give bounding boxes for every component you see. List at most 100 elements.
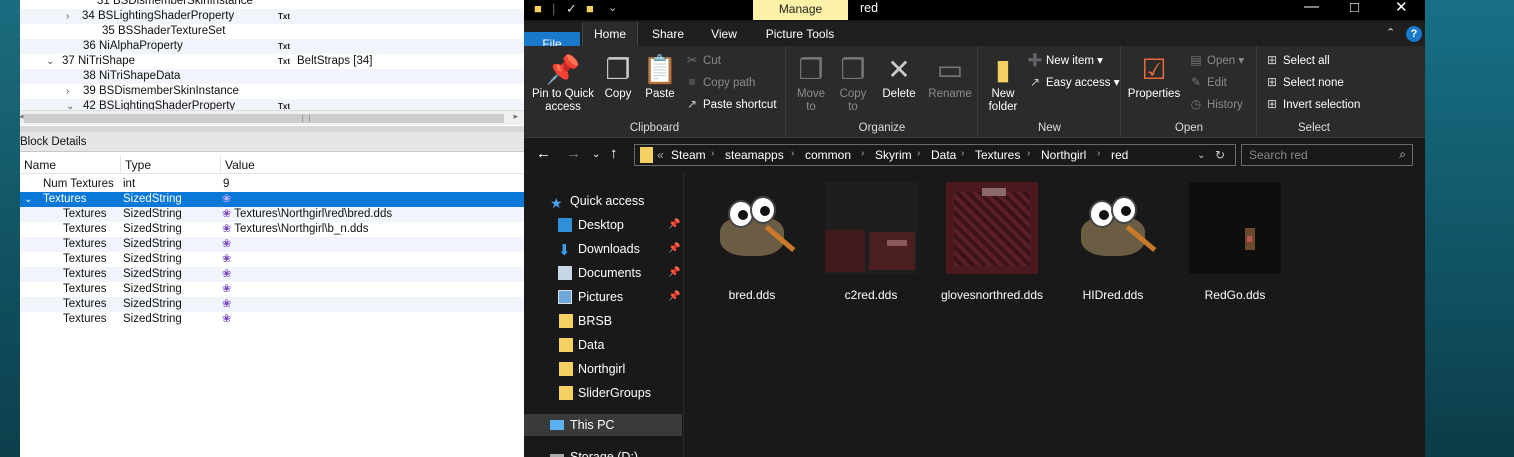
table-row[interactable]: Textures SizedString ❀ — [20, 312, 524, 327]
nav-item-northgirl[interactable]: Northgirl — [524, 358, 682, 380]
horizontal-scrollbar[interactable]: ◂ ▸ — [20, 110, 524, 125]
string-edit-icon[interactable]: ❀ — [222, 282, 231, 297]
string-edit-icon[interactable]: ❀ — [222, 237, 231, 252]
select-all-button[interactable]: ⊞ Select all — [1264, 50, 1330, 70]
breadcrumb-common[interactable]: common — [805, 148, 851, 162]
paste-button[interactable]: 📋 Paste — [640, 52, 680, 101]
breadcrumb-steam[interactable]: Steam — [671, 148, 706, 162]
breadcrumb-separator-icon[interactable]: › — [961, 148, 964, 159]
breadcrumb-skyrim[interactable]: Skyrim — [875, 148, 912, 162]
scroll-right-icon[interactable]: ▸ — [513, 111, 518, 122]
minimize-icon[interactable]: — — [1304, 0, 1319, 15]
customize-toolbar-icon[interactable]: ⌄ — [608, 1, 617, 14]
string-edit-icon[interactable]: ❀ — [222, 312, 231, 327]
tab-view[interactable]: View — [698, 22, 750, 46]
breadcrumb-overflow[interactable]: « — [657, 148, 664, 162]
new-item-button[interactable]: ➕ New item ▾ — [1027, 50, 1103, 70]
breadcrumb-separator-icon[interactable]: › — [791, 148, 794, 159]
manage-tab[interactable]: Manage — [753, 0, 848, 20]
scroll-left-icon[interactable]: ◂ — [20, 111, 24, 122]
search-box[interactable]: Search red ⌕ — [1241, 144, 1413, 166]
close-icon[interactable]: ✕ — [1395, 0, 1408, 16]
properties-button[interactable]: ☑ Properties — [1126, 52, 1182, 101]
table-row[interactable]: Textures SizedString ❀ — [20, 282, 524, 297]
column-header-name[interactable]: Name — [20, 156, 120, 174]
tree-row[interactable]: › 39 BSDismemberSkinInstance — [20, 84, 524, 99]
chevron-down-icon[interactable]: ⌄ — [24, 192, 32, 207]
nav-item-documents[interactable]: Documents 📌 — [524, 262, 682, 284]
breadcrumb-data[interactable]: Data — [931, 148, 956, 162]
paste-shortcut-button[interactable]: ↗ Paste shortcut — [684, 94, 777, 114]
breadcrumb-separator-icon[interactable]: › — [917, 148, 920, 159]
pin-quick-access-button[interactable]: 📌 Pin to Quick access — [530, 52, 596, 114]
up-arrow-icon[interactable]: ↑ — [610, 145, 618, 162]
string-edit-icon[interactable]: ❀ — [222, 222, 231, 237]
breadcrumb-northgirl[interactable]: Northgirl — [1041, 148, 1086, 162]
refresh-icon[interactable]: ↻ — [1215, 148, 1225, 162]
tab-home[interactable]: Home — [582, 22, 638, 46]
new-folder-icon[interactable]: ■ — [586, 1, 594, 16]
table-row[interactable]: Textures SizedString ❀ — [20, 297, 524, 312]
nav-item-storage-d[interactable]: Storage (D:) — [524, 446, 682, 457]
breadcrumb-separator-icon[interactable]: › — [861, 148, 864, 159]
title-bar[interactable]: ■ | ✓ ■ ⌄ Manage red — □ ✕ — [524, 0, 1425, 20]
properties-icon[interactable]: ✓ — [566, 1, 577, 17]
pin-icon[interactable]: 📌 — [668, 286, 680, 308]
breadcrumb-separator-icon[interactable]: › — [1027, 148, 1030, 159]
copy-button[interactable]: ❐ Copy — [600, 52, 636, 101]
tab-share[interactable]: Share — [640, 22, 696, 46]
table-row[interactable]: Num Textures int 9 — [20, 177, 524, 192]
tab-picture-tools[interactable]: Picture Tools — [754, 22, 846, 46]
pin-icon[interactable]: 📌 — [668, 262, 680, 284]
edit-button[interactable]: ✎ Edit — [1188, 72, 1227, 92]
chevron-right-icon[interactable]: › — [66, 84, 69, 99]
back-arrow-icon[interactable]: ← — [536, 145, 551, 162]
nav-item-this-pc[interactable]: This PC — [524, 414, 682, 436]
string-edit-icon[interactable]: ❀ — [222, 297, 231, 312]
table-row[interactable]: Textures SizedString ❀ — [20, 267, 524, 282]
table-row-selected[interactable]: ⌄ Textures SizedString ❀ — [20, 192, 524, 207]
tree-row[interactable]: 38 NiTriShapeData — [20, 69, 524, 84]
breadcrumb-separator-icon[interactable]: › — [711, 148, 714, 159]
tree-row[interactable]: 31 BSDismemberSkinInstance — [20, 0, 524, 9]
rename-button[interactable]: ▭ Rename — [925, 52, 975, 101]
string-edit-icon[interactable]: ❀ — [222, 267, 231, 282]
address-bar[interactable]: « Steam › steamapps › common › Skyrim › … — [634, 144, 1236, 166]
scrollbar-thumb[interactable] — [24, 114, 504, 123]
string-edit-icon[interactable]: ❀ — [222, 252, 231, 267]
tree-row[interactable]: 36 NiAlphaProperty Txt — [20, 39, 524, 54]
chevron-right-icon[interactable]: › — [66, 9, 69, 24]
pin-icon[interactable]: 📌 — [668, 238, 680, 260]
copy-to-button[interactable]: ❐ Copy to — [835, 52, 871, 114]
column-header-value[interactable]: Value — [220, 156, 524, 174]
nav-item-quick-access[interactable]: ★ Quick access — [524, 190, 682, 212]
tree-row[interactable]: ⌄ 37 NiTriShape Txt BeltStraps [34] — [20, 54, 524, 69]
copy-path-button[interactable]: ≡ Copy path — [684, 72, 755, 92]
nav-item-desktop[interactable]: Desktop 📌 — [524, 214, 682, 236]
table-row[interactable]: Textures SizedString ❀ — [20, 252, 524, 267]
tree-row[interactable]: › 34 BSLightingShaderProperty Txt — [20, 9, 524, 24]
tree-row[interactable]: 35 BSShaderTextureSet — [20, 24, 524, 39]
nav-item-downloads[interactable]: ⬇ Downloads 📌 — [524, 238, 682, 260]
table-row[interactable]: Textures SizedString ❀ Textures\Northgir… — [20, 207, 524, 222]
move-to-button[interactable]: ❐ Move to — [793, 52, 829, 114]
open-button[interactable]: ▤ Open ▾ — [1188, 50, 1244, 70]
chevron-down-icon[interactable]: ⌄ — [46, 54, 54, 69]
breadcrumb-textures[interactable]: Textures — [975, 148, 1020, 162]
table-row[interactable]: Textures SizedString ❀ Textures\Northgir… — [20, 222, 524, 237]
search-icon[interactable]: ⌕ — [1399, 147, 1406, 162]
delete-button[interactable]: ✕ Delete — [879, 52, 919, 101]
nav-item-pictures[interactable]: Pictures 📌 — [524, 286, 682, 308]
address-dropdown-icon[interactable]: ⌄ — [1197, 150, 1205, 161]
help-icon[interactable]: ? — [1406, 26, 1422, 42]
maximize-icon[interactable]: □ — [1350, 0, 1359, 16]
table-row[interactable]: Textures SizedString ❀ — [20, 237, 524, 252]
nav-item-data[interactable]: Data — [524, 334, 682, 356]
easy-access-button[interactable]: ↗ Easy access ▾ — [1027, 72, 1120, 92]
cut-button[interactable]: ✂ Cut — [684, 50, 721, 70]
nav-item-brsb[interactable]: BRSB — [524, 310, 682, 332]
invert-selection-button[interactable]: ⊞ Invert selection — [1264, 94, 1360, 114]
select-none-button[interactable]: ⊞ Select none — [1264, 72, 1344, 92]
new-folder-button[interactable]: ▮ New folder — [983, 52, 1023, 114]
column-header-type[interactable]: Type — [120, 156, 220, 174]
